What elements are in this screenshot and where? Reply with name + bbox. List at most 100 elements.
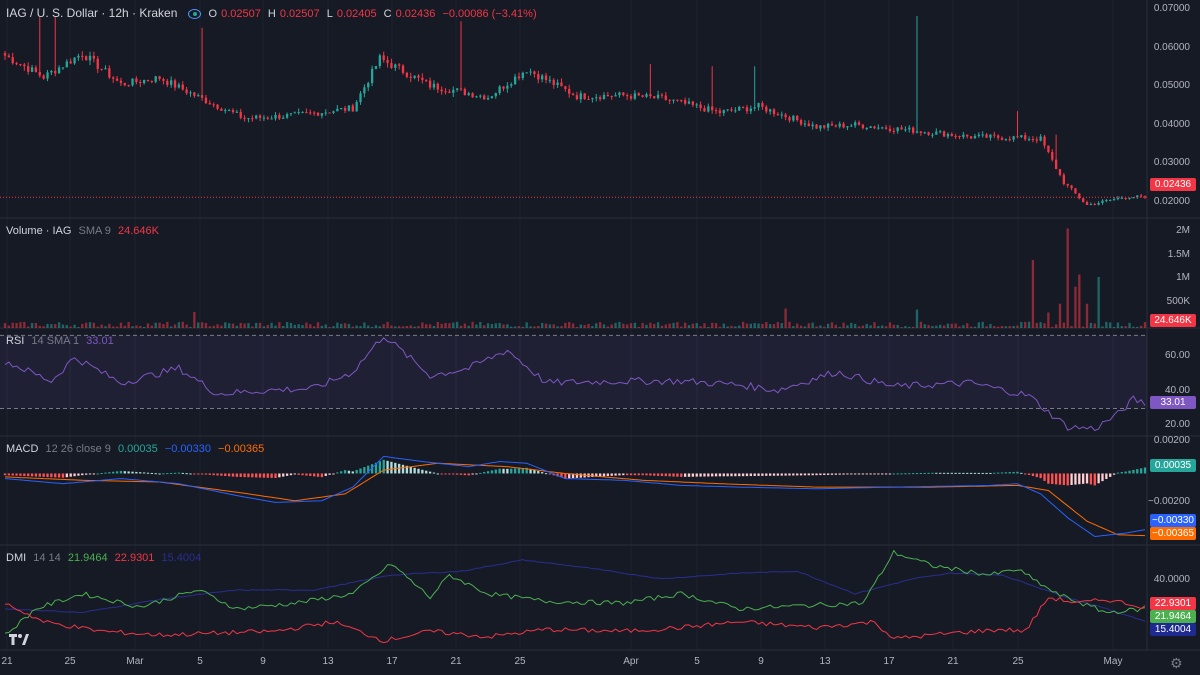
candle-body: [23, 64, 26, 67]
candle-body: [200, 95, 204, 98]
volume-bar: [738, 325, 741, 328]
candle-body: [11, 57, 14, 64]
volume-bar: [653, 324, 656, 328]
candle-body: [390, 62, 393, 68]
candle-body: [1085, 201, 1089, 205]
candle-body: [490, 96, 494, 99]
volume-bar: [537, 325, 540, 328]
macd-histogram-bar: [537, 471, 540, 474]
macd-histogram-bar: [645, 473, 648, 476]
candle-body: [436, 83, 439, 90]
volume-bar: [741, 321, 745, 328]
volume-bar: [1139, 325, 1143, 328]
volume-bar: [668, 323, 671, 328]
volume-bar: [626, 324, 629, 328]
volume-bar: [54, 324, 57, 328]
volume-bar: [892, 324, 895, 328]
macd-histogram-bar: [884, 473, 888, 475]
candle-body: [784, 114, 787, 118]
volume-bar: [173, 324, 177, 328]
volume-bar: [452, 322, 455, 328]
candle-body: [575, 95, 579, 100]
dmi-params: 14 14: [33, 552, 61, 564]
macd-histogram-bar: [656, 473, 660, 476]
candle-body: [583, 93, 586, 100]
macd-histogram-bar: [1066, 473, 1069, 486]
candle-body: [289, 113, 293, 115]
macd-histogram-bar: [471, 473, 474, 475]
volume-legend[interactable]: Volume · IAG SMA 9 24.646K: [6, 225, 163, 237]
volume-bar: [463, 323, 467, 328]
macd-histogram-bar: [30, 473, 34, 477]
volume-bar: [602, 324, 606, 328]
volume-axis-tick: 500K: [1166, 296, 1190, 307]
macd-histogram-bar: [741, 473, 745, 477]
macd-histogram-bar: [761, 473, 764, 476]
time-axis-tick: 13: [322, 656, 334, 667]
candle-body: [139, 82, 142, 84]
macd-histogram-bar: [65, 473, 68, 478]
candle-body: [262, 117, 266, 119]
macd-histogram-bar: [57, 473, 61, 478]
volume-bar: [958, 326, 961, 328]
rsi-legend[interactable]: RSI 14 SMA 1 33.01: [6, 335, 118, 347]
macd-histogram-bar: [173, 472, 177, 474]
macd-histogram-bar: [919, 472, 923, 474]
candle-body: [19, 64, 22, 66]
settings-gear-icon[interactable]: ⚙: [1170, 655, 1183, 672]
candle-body: [842, 123, 845, 128]
volume-bar: [850, 322, 853, 328]
macd-histogram-bar: [324, 473, 327, 476]
macd-histogram-bar: [911, 473, 915, 475]
candle-body: [629, 96, 633, 99]
macd-histogram-bar: [88, 473, 92, 475]
macd-histogram-bar: [270, 473, 273, 478]
price-last-badge: 0.02436: [1150, 178, 1196, 191]
candle-body: [370, 68, 374, 83]
change-value: −0.00086 (−3.41%): [442, 8, 537, 20]
volume-bar: [285, 322, 289, 328]
volume-bar: [629, 323, 633, 328]
volume-bar: [571, 323, 575, 328]
volume-bar: [162, 324, 165, 328]
chart-canvas[interactable]: [0, 0, 1200, 675]
volume-bar: [479, 321, 482, 328]
volume-bar: [784, 308, 787, 328]
volume-bar: [386, 321, 389, 328]
candle-body: [556, 82, 559, 85]
macd-histogram-bar: [966, 472, 969, 474]
candle-body: [170, 80, 173, 85]
candle-body: [637, 93, 640, 96]
macd-histogram-bar: [1039, 473, 1042, 479]
candle-body: [266, 117, 269, 119]
candle-body: [738, 106, 741, 111]
macd-histogram-bar: [455, 473, 459, 475]
candle-body: [115, 78, 119, 81]
volume-bar: [1109, 322, 1112, 328]
macd-histogram-bar: [1132, 469, 1135, 474]
dmi-legend[interactable]: DMI 14 14 21.9464 22.9301 15.4004: [6, 552, 205, 564]
volume-bar: [57, 322, 61, 328]
volume-bar: [683, 322, 687, 328]
volume-bar: [1058, 303, 1062, 328]
volume-bar: [3, 323, 7, 328]
volume-bar: [278, 322, 281, 328]
candle-body: [251, 118, 254, 120]
symbol-title[interactable]: IAG / U. S. Dollar · 12h · Kraken: [6, 6, 177, 20]
volume-bar: [483, 325, 486, 328]
dmi-adx-line: [4, 559, 1146, 622]
candle-body: [332, 111, 335, 113]
macd-signal-badge: −0.00365: [1150, 527, 1196, 540]
candle-body: [305, 112, 308, 114]
macd-histogram-bar: [510, 468, 513, 474]
macd-histogram-bar: [243, 473, 246, 478]
tradingview-logo-icon[interactable]: [7, 630, 29, 648]
candle-body: [401, 65, 405, 73]
macd-legend[interactable]: MACD 12 26 close 9 0.00035 −0.00330 −0.0…: [6, 443, 268, 455]
macd-histogram-bar: [7, 473, 11, 476]
volume-bar: [734, 326, 737, 328]
volume-bar: [1089, 322, 1093, 328]
visibility-eye-icon[interactable]: [188, 9, 202, 20]
candle-body: [328, 112, 331, 114]
macd-histogram-bar: [444, 473, 447, 475]
